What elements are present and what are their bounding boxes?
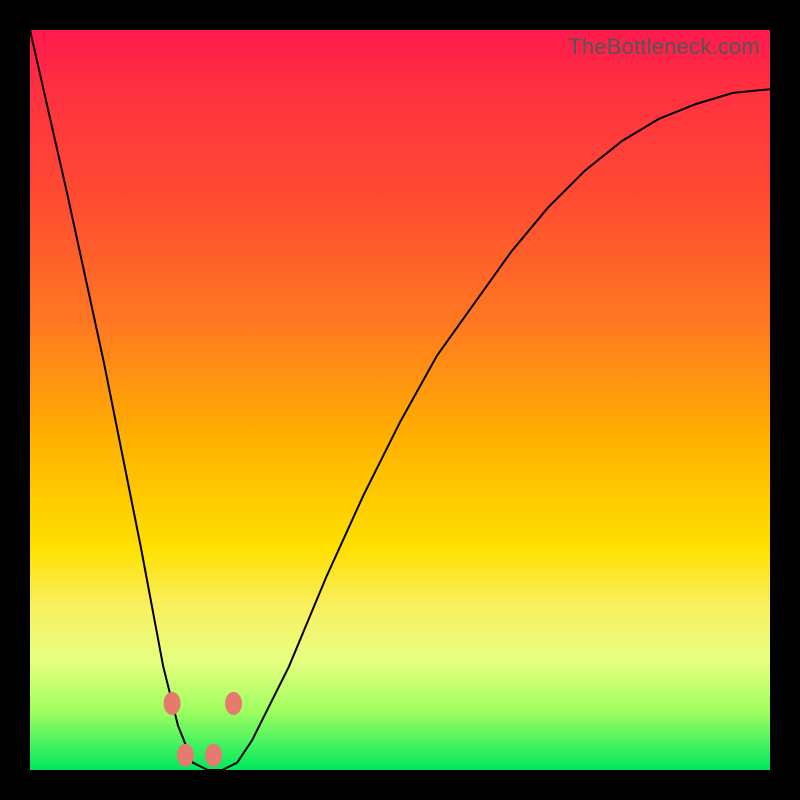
- chart-frame: TheBottleneck.com: [0, 0, 800, 800]
- plot-area: TheBottleneck.com: [30, 30, 770, 770]
- curve-marker: [164, 692, 180, 714]
- curve-marker: [206, 744, 222, 766]
- markers-group: [164, 692, 241, 766]
- curve-marker: [226, 692, 242, 714]
- curve-svg: [30, 30, 770, 770]
- bottleneck-curve: [30, 30, 770, 770]
- curve-marker: [177, 744, 193, 766]
